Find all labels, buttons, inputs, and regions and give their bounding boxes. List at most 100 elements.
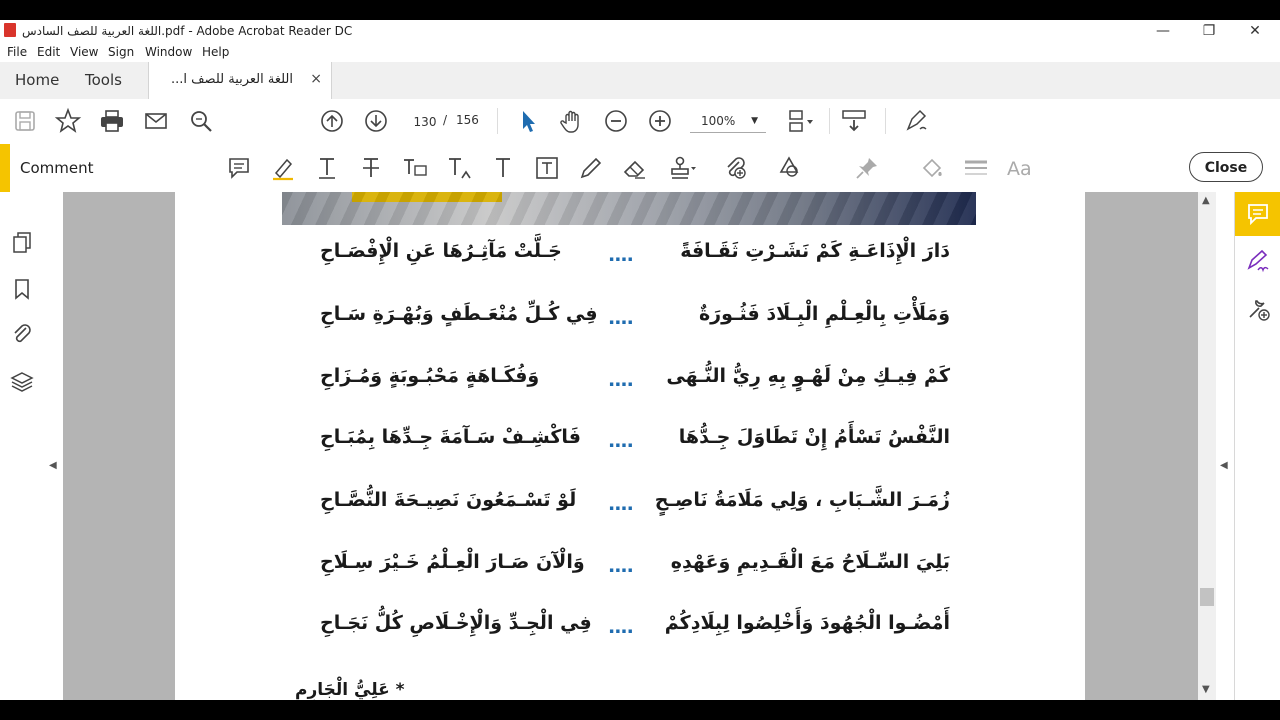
zoom-level-select[interactable]: 100% ▼ xyxy=(690,110,766,133)
shapes-icon[interactable] xyxy=(777,154,805,182)
photo-texture xyxy=(282,192,976,225)
insert-text-icon[interactable] xyxy=(445,154,473,182)
acrobat-window: اللغة العربية للصف السادس.pdf - Adobe Ac… xyxy=(0,20,1280,700)
title-bar: اللغة العربية للصف السادس.pdf - Adobe Ac… xyxy=(0,20,1280,42)
scroll-mode-icon[interactable] xyxy=(840,107,868,135)
scrollbar-thumb[interactable] xyxy=(1200,588,1214,606)
add-text-icon[interactable] xyxy=(489,154,517,182)
poem-author: * عَلِيُّ الْجَارِمِ xyxy=(295,680,405,700)
verse-separator: .... xyxy=(608,369,634,391)
window-title: اللغة العربية للصف السادس.pdf - Adobe Ac… xyxy=(22,24,353,38)
poem-verse: كَمْ فِيـكِ مِنْ لَهْـوٍ بِهِ رِيُّ النُ… xyxy=(320,363,950,403)
underline-text-icon[interactable] xyxy=(313,154,341,182)
verse-separator: .... xyxy=(608,493,634,515)
verse-first-hemistich: زُمَـرَ الشَّـبَابِ ، وَلِي مَلَامَةُ نَ… xyxy=(654,489,950,511)
star-bookmark-icon[interactable] xyxy=(54,107,82,135)
next-page-icon[interactable] xyxy=(362,107,390,135)
verse-separator: .... xyxy=(608,430,634,452)
scroll-down-icon[interactable]: ▼ xyxy=(1202,684,1210,695)
page-display-icon[interactable] xyxy=(785,107,813,135)
verse-separator: .... xyxy=(608,307,634,329)
email-icon[interactable] xyxy=(142,107,170,135)
svg-text:Aa: Aa xyxy=(1007,158,1032,180)
previous-page-icon[interactable] xyxy=(318,107,346,135)
verse-second-hemistich: فَاكْشِـفْ سَـآمَةَ جِـدِّهَا بِمُبَـاحِ xyxy=(320,426,581,448)
document-viewer[interactable]: دَارَ الْإِذَاعَـةِ كَمْ نَشَـرْتِ ثَقَـ… xyxy=(63,192,1198,700)
tab-home[interactable]: Home xyxy=(15,71,59,89)
menu-edit[interactable]: Edit xyxy=(37,45,60,59)
print-icon[interactable] xyxy=(98,107,126,135)
close-comment-button[interactable]: Close xyxy=(1189,152,1263,182)
sticky-note-icon[interactable] xyxy=(225,154,253,182)
window-close-button[interactable]: ✕ xyxy=(1232,20,1278,42)
menu-bar: File Edit View Sign Window Help xyxy=(0,42,1280,62)
select-cursor-icon[interactable] xyxy=(514,107,542,135)
verse-separator: .... xyxy=(608,555,634,577)
poem-verse: دَارَ الْإِذَاعَـةِ كَمْ نَشَـرْتِ ثَقَـ… xyxy=(320,238,950,278)
toolbar-divider xyxy=(829,108,830,134)
replace-text-icon[interactable] xyxy=(401,154,429,182)
fill-and-sign-icon[interactable] xyxy=(1245,248,1271,274)
right-pane-collapse[interactable]: ◀ xyxy=(1216,192,1234,700)
comment-label: Comment xyxy=(20,159,94,177)
menu-view[interactable]: View xyxy=(70,45,98,59)
menu-help[interactable]: Help xyxy=(202,45,229,59)
verse-second-hemistich: فِي كُـلِّ مُنْعَـطَفٍ وَبُهْـرَةِ سَـاح… xyxy=(320,303,598,325)
zoom-value: 100% xyxy=(701,114,736,128)
search-icon[interactable] xyxy=(187,107,215,135)
page-number-input[interactable]: 130 xyxy=(406,110,444,134)
restore-button[interactable]: ❐ xyxy=(1186,20,1232,42)
verse-second-hemistich: جَـلَّتْ مَآثِـرُهَا عَنِ الْإِفْصَـاحِ xyxy=(320,240,562,262)
poem-verse: النَّفْسُ تَسْأَمُ إِنْ تَطَاوَلَ جِـدُّ… xyxy=(320,424,950,464)
text-box-icon[interactable] xyxy=(533,154,561,182)
menu-file[interactable]: File xyxy=(7,45,27,59)
hand-tool-icon[interactable] xyxy=(558,107,586,135)
verse-first-hemistich: كَمْ فِيـكِ مِنْ لَهْـوٍ بِهِ رِيُّ النُ… xyxy=(666,365,950,387)
tab-tools[interactable]: Tools xyxy=(85,71,122,89)
menu-sign[interactable]: Sign xyxy=(108,45,134,59)
minimize-button[interactable]: — xyxy=(1140,20,1186,42)
document-tab-label: اللغة العربية للصف ا... xyxy=(170,72,293,87)
tab-document[interactable]: اللغة العربية للصف ا... × xyxy=(148,62,332,100)
poem-verse: زُمَـرَ الشَّـبَابِ ، وَلِي مَلَامَةُ نَ… xyxy=(320,487,950,527)
save-icon[interactable] xyxy=(11,107,39,135)
bookmarks-icon[interactable] xyxy=(10,277,34,301)
tab-bar: Home Tools اللغة العربية للصف ا... × xyxy=(0,62,1280,100)
poem-verse: أَمْضُـوا الْجُهُودَ وَأَخْلِصُوا لِبِلَ… xyxy=(320,610,950,650)
text-font-icon[interactable]: Aa xyxy=(1006,154,1034,182)
strikethrough-text-icon[interactable] xyxy=(357,154,385,182)
pin-icon[interactable] xyxy=(853,154,881,182)
verse-second-hemistich: وَالْآنَ صَـارَ الْعِـلْمُ خَـيْرَ سِـلَ… xyxy=(320,551,585,573)
left-navigation-pane xyxy=(0,192,46,700)
line-weight-icon[interactable] xyxy=(962,154,990,182)
poem-verse: وَمَلَأْتِ بِالْعِـلْمِ الْبِـلَادَ فَثُ… xyxy=(320,301,950,341)
pdf-page: دَارَ الْإِذَاعَـةِ كَمْ نَشَـرْتِ ثَقَـ… xyxy=(175,192,1085,700)
toolbar-divider xyxy=(497,108,498,134)
page-thumbnails-icon[interactable] xyxy=(10,230,34,254)
vertical-scrollbar[interactable]: ▲ ▼ xyxy=(1198,192,1216,700)
zoom-in-icon[interactable] xyxy=(646,107,674,135)
pencil-draw-icon[interactable] xyxy=(577,154,605,182)
fill-color-icon[interactable] xyxy=(918,154,946,182)
close-tab-icon[interactable]: × xyxy=(310,71,322,87)
sign-pen-icon[interactable] xyxy=(903,107,931,135)
layers-icon[interactable] xyxy=(10,370,34,394)
menu-window[interactable]: Window xyxy=(145,45,192,59)
verse-second-hemistich: لَوْ تَسْـمَعُونَ نَصِيـحَةَ النُّصَّـاح… xyxy=(320,489,577,511)
eraser-icon[interactable] xyxy=(621,154,649,182)
left-pane-collapse[interactable]: ◀ xyxy=(45,192,63,700)
chevron-down-icon: ▼ xyxy=(751,116,758,126)
verse-separator: .... xyxy=(608,616,634,638)
right-tools-pane xyxy=(1234,192,1280,700)
comment-toolbar: Comment Aa Close xyxy=(0,144,1280,193)
attach-file-icon[interactable] xyxy=(722,154,750,182)
verse-first-hemistich: وَمَلَأْتِ بِالْعِـلْمِ الْبِـلَادَ فَثُ… xyxy=(698,303,950,325)
stamp-icon[interactable] xyxy=(668,154,696,182)
attachments-icon[interactable] xyxy=(10,322,34,346)
zoom-out-icon[interactable] xyxy=(602,107,630,135)
more-tools-icon[interactable] xyxy=(1245,296,1271,322)
highlighter-icon[interactable] xyxy=(269,154,297,182)
collapse-right-icon: ◀ xyxy=(1220,460,1228,471)
comment-tool-active[interactable] xyxy=(1235,192,1280,236)
scroll-up-icon[interactable]: ▲ xyxy=(1202,195,1210,206)
